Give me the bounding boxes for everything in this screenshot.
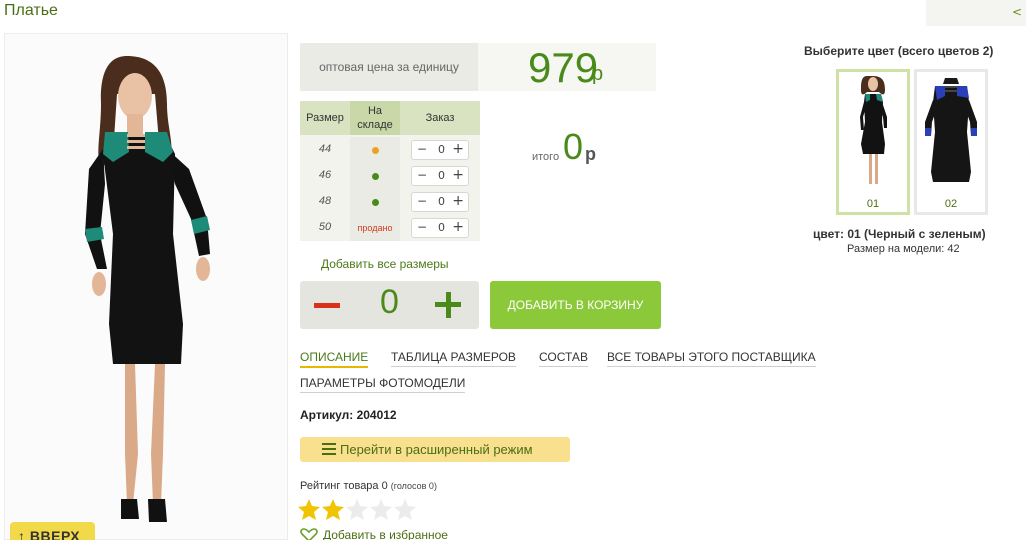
star-icon <box>298 499 320 520</box>
tab-model-params[interactable]: ПАРАМЕТРЫ ФОТОМОДЕЛИ <box>300 376 466 393</box>
total-currency: р <box>585 144 596 164</box>
panel-arrow-icon: < <box>1011 5 1022 19</box>
color-code: 02 <box>944 198 958 210</box>
stock-indicator-available-icon <box>371 173 379 180</box>
stock-indicator-available-icon <box>371 199 379 206</box>
main-product-photo[interactable] <box>4 33 288 540</box>
qty-value[interactable]: 0 <box>438 143 445 156</box>
list-icon <box>322 443 336 455</box>
model-photo <box>85 56 210 522</box>
total-value: 0 <box>563 126 584 167</box>
add-all-sizes-link[interactable]: Добавить все размеры <box>321 257 449 271</box>
qty-minus-button[interactable]: − <box>417 220 427 234</box>
heart-icon <box>300 528 318 540</box>
size-quantity-stepper[interactable]: − 0 + <box>411 140 469 160</box>
qty-plus-button[interactable]: + <box>452 167 464 183</box>
stock-sold-label: продано <box>357 223 393 233</box>
stock-cell <box>350 189 400 215</box>
color-option-01[interactable]: 01 <box>836 69 910 215</box>
star-icon <box>346 499 368 520</box>
collapsed-panel-tab[interactable]: < <box>926 0 1026 26</box>
size-number: 46 <box>318 169 332 181</box>
extended-mode-button[interactable]: Перейти в расширенный режим <box>300 437 570 462</box>
qty-plus-button[interactable]: + <box>452 219 464 235</box>
size-number: 50 <box>318 221 332 233</box>
plus-icon-vertical[interactable] <box>445 291 451 318</box>
stock-cell: продано <box>350 215 400 241</box>
size-quantity-stepper[interactable]: − 0 + <box>411 166 469 186</box>
dress-thumbnail <box>860 76 887 184</box>
color-picker-title: Выберите цвет (всего цветов 2) <box>804 44 994 58</box>
rating-stars[interactable] <box>298 497 418 523</box>
size-row: 48 − 0 + <box>300 189 480 215</box>
qty-value[interactable]: 0 <box>438 169 445 182</box>
size-column-header: Размер <box>300 101 350 135</box>
price-label: оптовая цена за единицу <box>300 43 478 91</box>
tab-composition[interactable]: СОСТАВ <box>539 350 588 367</box>
qty-value[interactable]: 0 <box>438 195 445 208</box>
qty-value[interactable]: 0 <box>438 221 445 234</box>
qty-plus-button[interactable]: + <box>452 193 464 209</box>
stock-indicator-low-icon <box>371 147 379 154</box>
minus-icon[interactable] <box>314 303 340 308</box>
star-icon <box>370 499 392 520</box>
cart-quantity-stepper: 0 <box>300 281 479 329</box>
add-to-cart-button[interactable]: ДОБАВИТЬ В КОРЗИНУ <box>490 281 661 329</box>
size-quantity-stepper[interactable]: − 0 + <box>411 218 469 238</box>
color-code: 01 <box>866 198 880 210</box>
price-value-box: 979 р <box>478 43 656 91</box>
tab-description[interactable]: ОПИСАНИЕ <box>300 350 369 368</box>
size-row: 44 − 0 + <box>300 137 480 163</box>
size-number: 44 <box>318 143 332 155</box>
dress-thumbnail <box>925 78 977 182</box>
qty-plus-button[interactable]: + <box>452 141 464 157</box>
size-number: 48 <box>318 195 332 207</box>
total-label: итого <box>532 151 560 163</box>
qty-minus-button[interactable]: − <box>417 194 427 208</box>
star-icon <box>322 499 344 520</box>
cart-quantity-value[interactable]: 0 <box>380 283 399 322</box>
color-option-02[interactable]: 02 <box>914 69 988 215</box>
star-icon <box>394 499 416 520</box>
price-currency: р <box>592 63 604 85</box>
selected-color-name: цвет: 01 (Черный с зеленым) <box>813 227 986 241</box>
product-page: Платье < ↑ ВВЕРХ оптовая цена за единицу… <box>0 0 1026 540</box>
extended-mode-label: Перейти в расширенный режим <box>340 442 533 457</box>
order-column-header: Заказ <box>400 101 480 135</box>
product-title: Платье <box>4 2 58 19</box>
price-value: 979 <box>528 44 599 91</box>
size-row: 46 − 0 + <box>300 163 480 189</box>
tab-size-chart[interactable]: ТАБЛИЦА РАЗМЕРОВ <box>391 350 516 367</box>
favorites-label: Добавить в избранное <box>323 528 448 540</box>
product-rating: Рейтинг товара 0 (голосов 0) <box>300 480 437 492</box>
stock-column-header: На складе <box>350 101 400 135</box>
rating-votes: (голосов 0) <box>390 481 437 491</box>
article-number: Артикул: 204012 <box>300 408 397 422</box>
size-row: 50 продано − 0 + <box>300 215 480 241</box>
qty-minus-button[interactable]: − <box>417 168 427 182</box>
qty-minus-button[interactable]: − <box>417 142 427 156</box>
model-size-info: Размер на модели: 42 <box>847 243 960 255</box>
rating-text: Рейтинг товара 0 <box>300 480 388 492</box>
stock-cell <box>350 163 400 189</box>
stock-cell <box>350 137 400 163</box>
scroll-up-button[interactable]: ↑ ВВЕРХ <box>10 522 95 540</box>
tab-supplier-products[interactable]: ВСЕ ТОВАРЫ ЭТОГО ПОСТАВЩИКА <box>607 350 816 367</box>
size-table: Размер На складе Заказ 44 − 0 + 46 − 0 +… <box>300 101 480 241</box>
size-quantity-stepper[interactable]: − 0 + <box>411 192 469 212</box>
